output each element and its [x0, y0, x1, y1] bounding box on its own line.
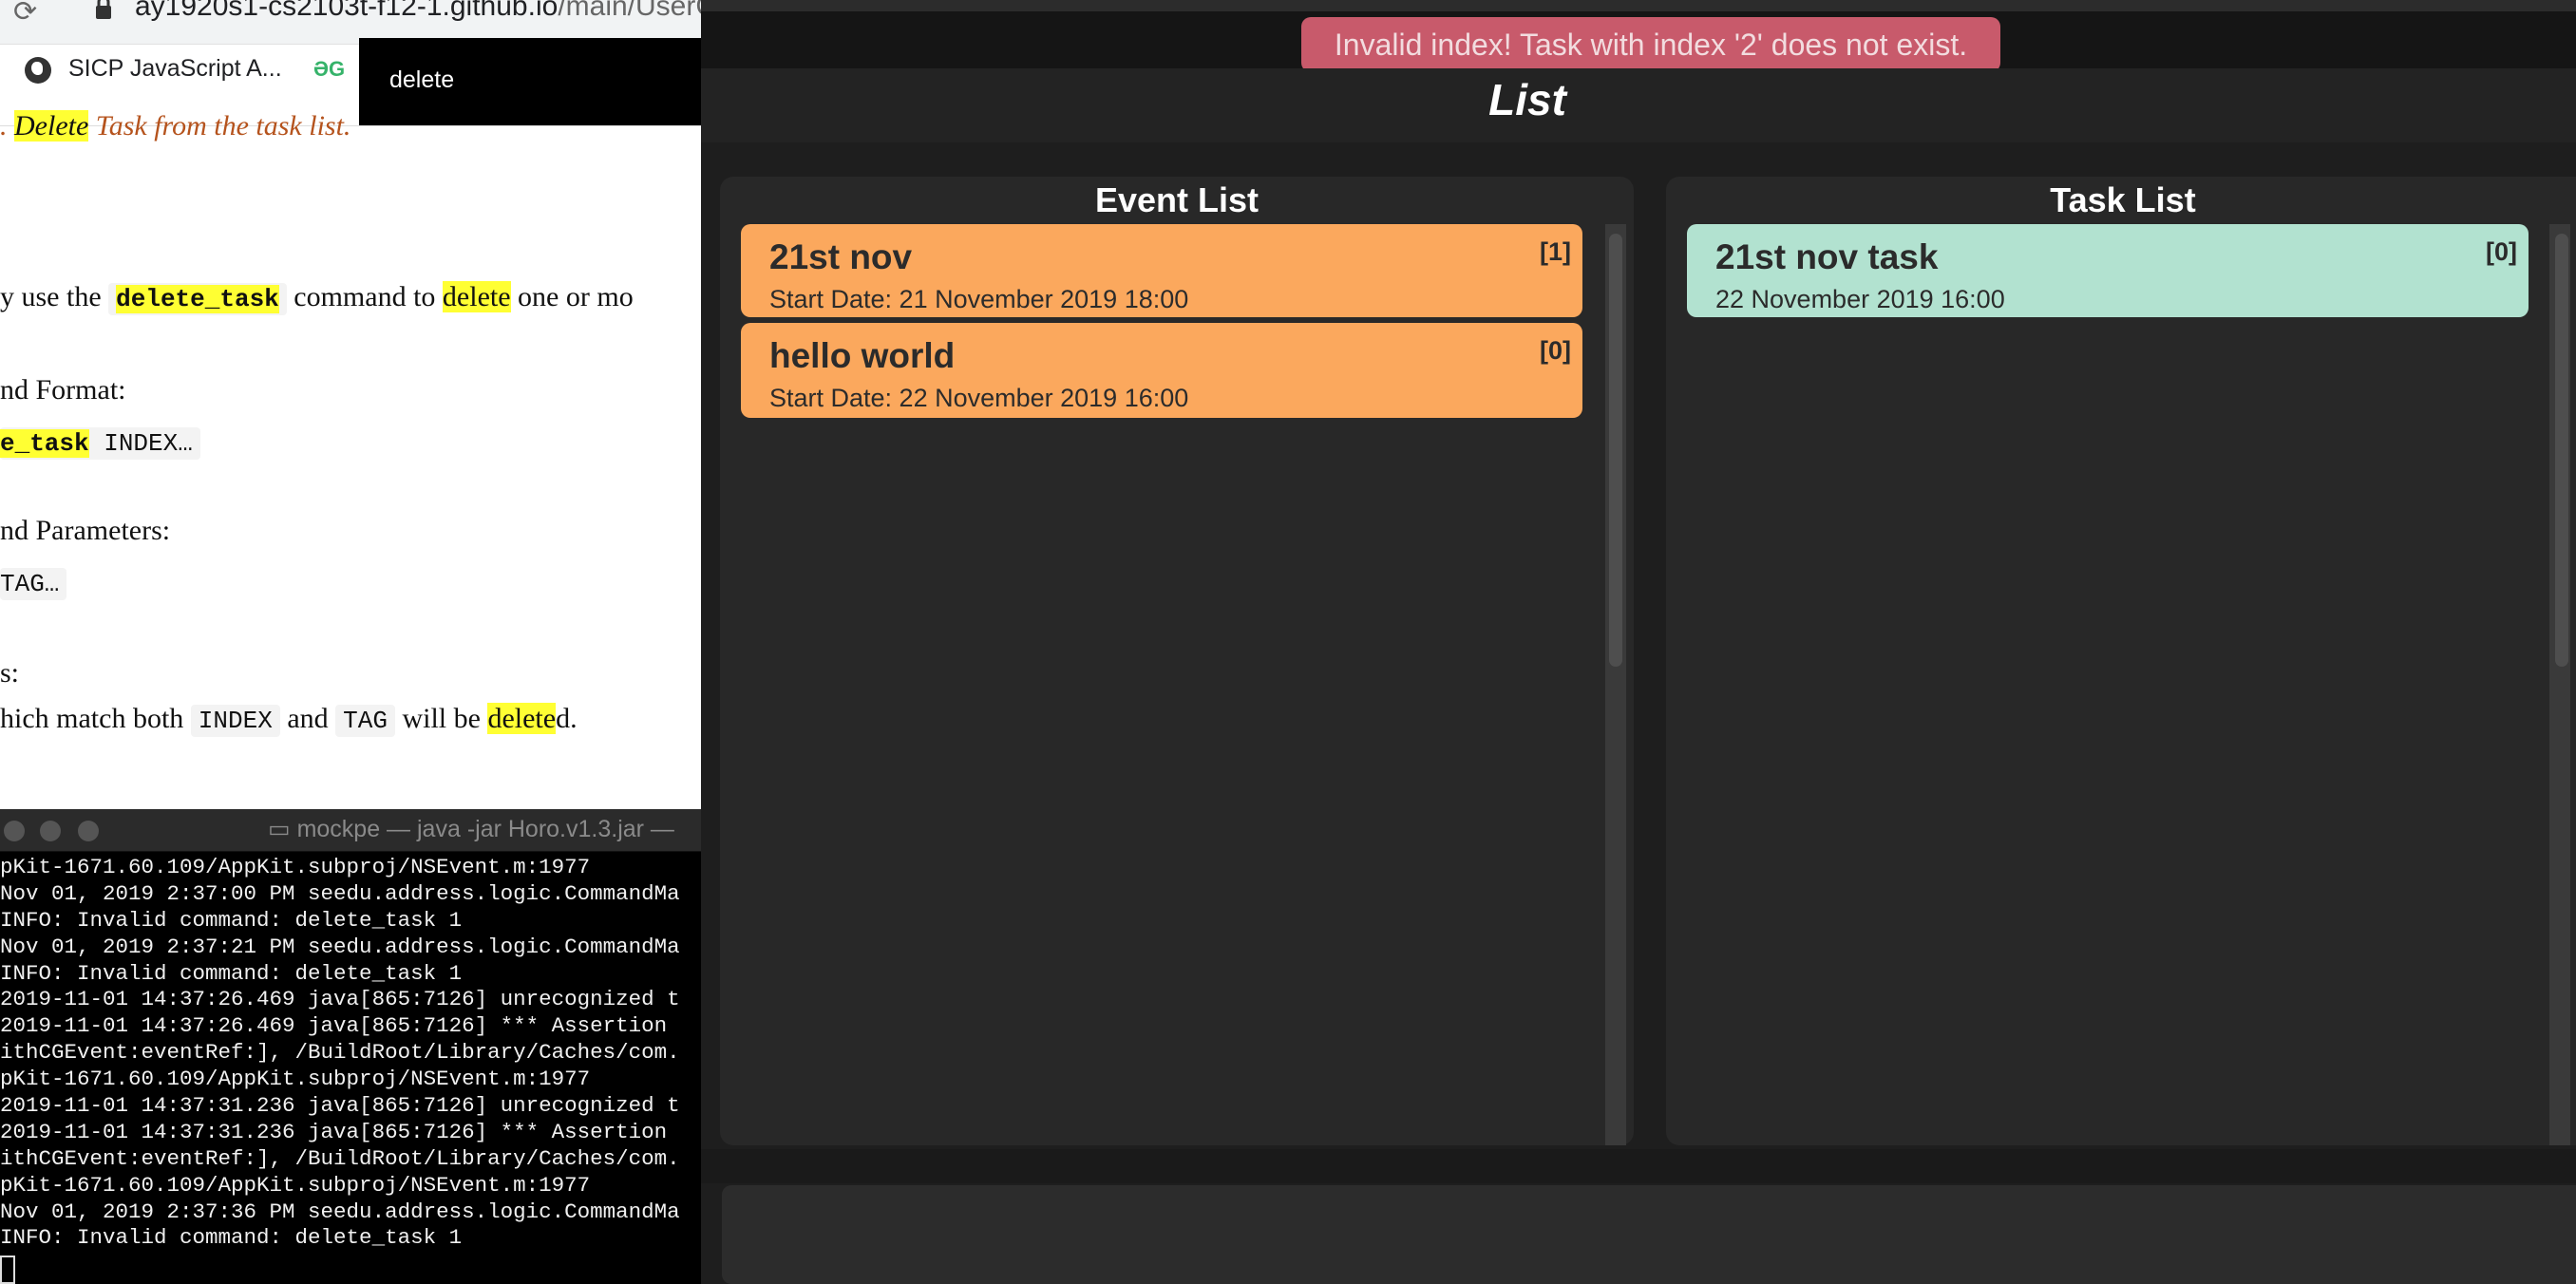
task-date: 22 November 2019 16:00	[1715, 285, 2005, 313]
event-card[interactable]: hello world Start Date: 22 November 2019…	[741, 323, 1582, 418]
find-suggestion-text[interactable]: delete	[389, 66, 454, 94]
event-list-title: Event List	[1094, 180, 1260, 219]
page-title: List	[1488, 75, 1566, 124]
params-label: nd Parameters:	[0, 515, 171, 546]
zoom-icon[interactable]	[78, 821, 99, 841]
format-label: nd Format:	[0, 374, 126, 406]
task-index: [0]	[2486, 237, 2517, 266]
paragraph-usage: y use the delete_task command to delete …	[0, 281, 634, 315]
terminal-line: INFO: Invalid command: delete_task 1	[0, 960, 463, 986]
terminal-line: 2019-11-01 14:37:26.469 java[865:7126] *…	[0, 1013, 668, 1039]
format-code: e_task INDEX…	[0, 425, 200, 460]
task-card[interactable]: 21st nov task 22 November 2019 16:00 [0]	[1687, 224, 2529, 317]
task-list-scroll-thumb[interactable]	[2555, 234, 2568, 667]
params-code: TAG…	[0, 566, 67, 600]
terminal-window[interactable]: ▭ mockpe — java -jar Horo.v1.3.jar — pKi…	[0, 809, 701, 1284]
terminal-output: pKit-1671.60.109/AppKit.subproj/NSEvent.…	[0, 855, 701, 1252]
globe-icon[interactable]	[25, 57, 51, 84]
error-message: Invalid index! Task with index '2' does …	[1301, 17, 2000, 72]
event-list-panel	[720, 177, 1634, 1145]
divider	[701, 1149, 2576, 1183]
terminal-titlebar[interactable]: ▭ mockpe — java -jar Horo.v1.3.jar —	[0, 809, 701, 852]
section-heading: . Delete Task from the task list.	[0, 110, 351, 142]
terminal-line: INFO: Invalid command: delete_task 1	[0, 1225, 463, 1251]
terminal-line: 2019-11-01 14:37:31.236 java[865:7126] *…	[0, 1119, 668, 1144]
terminal-line: ithCGEvent:eventRef:], /BuildRoot/Librar…	[0, 1145, 680, 1171]
terminal-line: 2019-11-01 14:37:26.469 java[865:7126] u…	[0, 987, 680, 1012]
app-titlebar[interactable]	[701, 0, 2576, 11]
command-input[interactable]	[722, 1185, 2576, 1284]
documentation-page: . Delete Task from the task list. y use …	[0, 110, 701, 807]
terminal-line: 2019-11-01 14:37:31.236 java[865:7126] u…	[0, 1093, 680, 1119]
bookmark-sicp[interactable]: SICP JavaScript A...	[68, 55, 282, 83]
app-window: Invalid index! Task with index '2' does …	[701, 0, 2576, 1284]
close-icon[interactable]	[4, 821, 25, 841]
browser-window: ⟳ ay1920s1-cs2103t-f12-1.github.io/main/…	[0, 0, 701, 807]
task-list-title: Task List	[2050, 180, 2196, 219]
task-list-panel	[1666, 177, 2576, 1145]
terminal-line: pKit-1671.60.109/AppKit.subproj/NSEvent.…	[0, 1067, 591, 1092]
event-index: [0]	[1540, 336, 1571, 365]
event-name: hello world	[769, 336, 956, 375]
terminal-line: INFO: Invalid command: delete_task 1	[0, 907, 463, 933]
terminal-line: Nov 01, 2019 2:37:21 PM seedu.address.lo…	[0, 934, 680, 959]
minimize-icon[interactable]	[40, 821, 61, 841]
event-list-scroll-thumb[interactable]	[1609, 234, 1622, 667]
terminal-line: pKit-1671.60.109/AppKit.subproj/NSEvent.…	[0, 1172, 591, 1198]
terminal-line: pKit-1671.60.109/AppKit.subproj/NSEvent.…	[0, 855, 591, 879]
notes-label: s:	[0, 657, 20, 689]
find-suggestion-popup[interactable]: delete	[359, 38, 701, 125]
event-date: Start Date: 22 November 2019 16:00	[769, 384, 1189, 412]
reload-icon[interactable]: ⟳	[13, 0, 42, 27]
terminal-cursor	[0, 1256, 15, 1284]
extension-icon[interactable]: ƏG	[313, 57, 345, 82]
terminal-line: Nov 01, 2019 2:37:00 PM seedu.address.lo…	[0, 880, 680, 906]
terminal-line: ithCGEvent:eventRef:], /BuildRoot/Librar…	[0, 1040, 680, 1066]
task-name: 21st nov task	[1715, 237, 1939, 276]
event-name: 21st nov	[769, 237, 913, 276]
event-card[interactable]: 21st nov Start Date: 21 November 2019 18…	[741, 224, 1582, 317]
terminal-line: Nov 01, 2019 2:37:36 PM seedu.address.lo…	[0, 1199, 680, 1224]
paragraph-notes: hich match both INDEX and TAG will be de…	[0, 703, 578, 737]
url-text[interactable]: ay1920s1-cs2103t-f12-1.github.io/main/Us…	[135, 0, 701, 23]
event-date: Start Date: 21 November 2019 18:00	[769, 285, 1189, 313]
terminal-title: ▭ mockpe — java -jar Horo.v1.3.jar —	[268, 816, 674, 842]
lock-icon	[96, 0, 111, 19]
event-index: [1]	[1540, 237, 1571, 266]
